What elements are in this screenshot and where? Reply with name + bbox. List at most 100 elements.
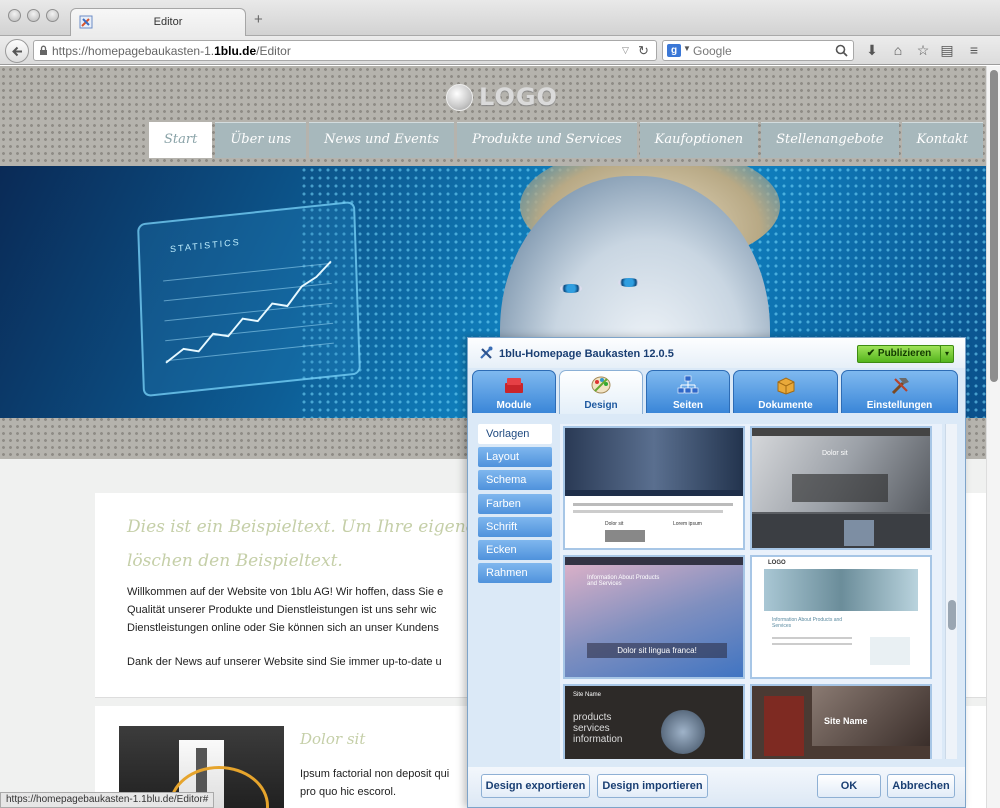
box-icon xyxy=(777,377,794,395)
palette-icon xyxy=(591,376,611,394)
template-thumbnail[interactable]: Dolor sit xyxy=(750,426,932,550)
search-placeholder: Google xyxy=(693,44,732,58)
back-button[interactable] xyxy=(5,39,29,63)
design-import-button[interactable]: Design importieren xyxy=(597,774,708,798)
url-bar[interactable]: https://homepagebaukasten-1.1blu.de/Edit… xyxy=(33,40,657,61)
template-photo xyxy=(565,428,743,490)
tools-favicon-icon xyxy=(79,15,93,29)
browser-tab-editor[interactable]: Editor xyxy=(70,8,246,37)
browser-titlebar: Editor + xyxy=(0,0,1000,37)
publish-button[interactable]: ✔ Publizieren xyxy=(857,345,941,363)
publish-dropdown-button[interactable]: ▾ xyxy=(940,345,954,363)
sidebar-item-farben[interactable]: Farben xyxy=(478,494,552,514)
sidebar-item-layout[interactable]: Layout xyxy=(478,447,552,467)
new-tab-button[interactable]: + xyxy=(254,11,263,28)
bookmark-star-icon[interactable]: ☆ xyxy=(915,42,931,58)
nav-item-ueber-uns[interactable]: Über uns xyxy=(215,122,307,158)
template-thumbnail[interactable]: Site Name products services information xyxy=(563,684,745,759)
tab-dokumente-label: Dokumente xyxy=(758,400,813,411)
sidebar-item-ecken[interactable]: Ecken xyxy=(478,540,552,560)
home-icon[interactable]: ⌂ xyxy=(890,42,906,58)
hero-eye-left xyxy=(560,284,582,293)
status-url-tooltip: https://homepagebaukasten-1.1blu.de/Edit… xyxy=(0,792,215,808)
chevron-down-icon[interactable]: ▼ xyxy=(683,44,691,53)
template-footer xyxy=(752,514,930,548)
tab-design[interactable]: Design xyxy=(559,370,643,414)
template-thumbnail[interactable]: LOGO Information About Products and Serv… xyxy=(750,555,932,679)
template-navbar xyxy=(752,428,930,436)
tab-seiten[interactable]: Seiten xyxy=(646,370,730,413)
design-export-button[interactable]: Design exportieren xyxy=(481,774,590,798)
tools-icon xyxy=(480,346,493,359)
template-gallery: Dolor sit Lorem ipsum Dolor sit Informat… xyxy=(560,424,942,759)
template-thumbnail[interactable]: Information About Products and Services … xyxy=(563,555,745,679)
nav-item-stellenangebote[interactable]: Stellenangebote xyxy=(761,122,899,158)
minimize-window-button[interactable] xyxy=(27,9,40,22)
homepage-editor-panel: 1blu-Homepage Baukasten 12.0.5 ✔ Publizi… xyxy=(467,337,966,808)
close-window-button[interactable] xyxy=(8,9,21,22)
page-scrollbar[interactable] xyxy=(986,66,1000,808)
body-text-line-2: Qualität unserer Produkte und Dienstleis… xyxy=(127,604,437,616)
site-logo[interactable]: LOGO xyxy=(446,82,557,112)
url-history-dropdown-icon[interactable]: ▽ xyxy=(622,45,629,56)
template-sidebar xyxy=(870,637,910,665)
tab-module[interactable]: Module xyxy=(472,370,556,413)
sidebar-item-schema[interactable]: Schema xyxy=(478,470,552,490)
sidebar-item-schrift[interactable]: Schrift xyxy=(478,517,552,537)
nav-item-start[interactable]: Start xyxy=(149,122,213,158)
template-caption-2: Information About Products and Services xyxy=(772,617,843,629)
sitemap-icon xyxy=(677,375,699,394)
editor-title: 1blu-Homepage Baukasten 12.0.5 xyxy=(499,348,674,360)
section-heading: Dolor sit xyxy=(300,730,366,748)
logo-globe-icon xyxy=(446,84,473,111)
publish-label: Publizieren xyxy=(877,348,932,359)
reload-icon[interactable]: ↻ xyxy=(638,43,649,59)
sidebar-item-vorlagen[interactable]: Vorlagen xyxy=(478,424,552,444)
template-image xyxy=(605,530,645,542)
template-thumbnail[interactable]: Site Name xyxy=(750,684,932,759)
page-scroll-thumb[interactable] xyxy=(990,70,998,382)
template-caption-2: products services information xyxy=(573,712,623,745)
template-overlay xyxy=(792,474,888,502)
ok-button[interactable]: OK xyxy=(817,774,881,798)
nav-item-kaufoptionen[interactable]: Kaufoptionen xyxy=(639,122,759,158)
hammer-icon xyxy=(891,378,909,395)
tab-seiten-label: Seiten xyxy=(672,400,703,411)
gallery-scrollbar[interactable] xyxy=(945,424,957,759)
template-caption: Information About Products and Services xyxy=(587,575,660,587)
section-text-line-2: pro quo hic escorol. xyxy=(300,786,396,798)
template-caption: LOGO xyxy=(768,560,786,566)
tab-title: Editor xyxy=(153,16,183,28)
template-caption: Site Name xyxy=(573,692,602,698)
menu-icon[interactable]: ≡ xyxy=(966,42,982,58)
template-caption: Dolor sit xyxy=(605,521,624,527)
module-blocks-icon xyxy=(505,378,523,393)
editor-header[interactable]: 1blu-Homepage Baukasten 12.0.5 ✔ Publizi… xyxy=(468,338,965,368)
news-text: Dank der News auf unserer Website sind S… xyxy=(127,656,442,668)
nav-item-news[interactable]: News und Events xyxy=(309,122,455,158)
body-text-line-3: Dienstleistungen online oder Sie können … xyxy=(127,622,439,634)
template-line xyxy=(573,503,733,506)
template-thumbnail[interactable]: Dolor sit Lorem ipsum xyxy=(563,426,745,550)
search-bar[interactable]: g ▼ Google xyxy=(662,40,854,61)
google-engine-icon[interactable]: g xyxy=(667,44,681,57)
tab-dokumente[interactable]: Dokumente xyxy=(733,370,838,413)
clipboard-icon[interactable]: ▤ xyxy=(939,42,955,58)
nav-item-kontakt[interactable]: Kontakt xyxy=(901,122,984,158)
search-icon[interactable] xyxy=(835,44,848,57)
body-text-line-1: Willkommen auf der Website von 1blu AG! … xyxy=(127,586,444,598)
cancel-button[interactable]: Abbrechen xyxy=(887,774,955,798)
download-icon[interactable]: ⬇ xyxy=(864,42,880,58)
nav-item-produkte[interactable]: Produkte und Services xyxy=(457,122,637,158)
template-caption: Dolor sit xyxy=(822,450,848,457)
editor-tabs: Module Design Seiten Dokumente Einstellu… xyxy=(468,368,965,414)
zoom-window-button[interactable] xyxy=(46,9,59,22)
gallery-scroll-thumb[interactable] xyxy=(948,600,956,630)
sidebar-item-rahmen[interactable]: Rahmen xyxy=(478,563,552,583)
logo-text: LOGO xyxy=(479,83,558,111)
tab-einstellungen[interactable]: Einstellungen xyxy=(841,370,958,413)
url-text: https://homepagebaukasten-1.1blu.de/Edit… xyxy=(52,44,291,58)
browser-toolbar: https://homepagebaukasten-1.1blu.de/Edit… xyxy=(0,36,1000,65)
site-navigation: Start Über uns News und Events Produkte … xyxy=(149,122,984,158)
template-sidebar xyxy=(764,696,804,756)
